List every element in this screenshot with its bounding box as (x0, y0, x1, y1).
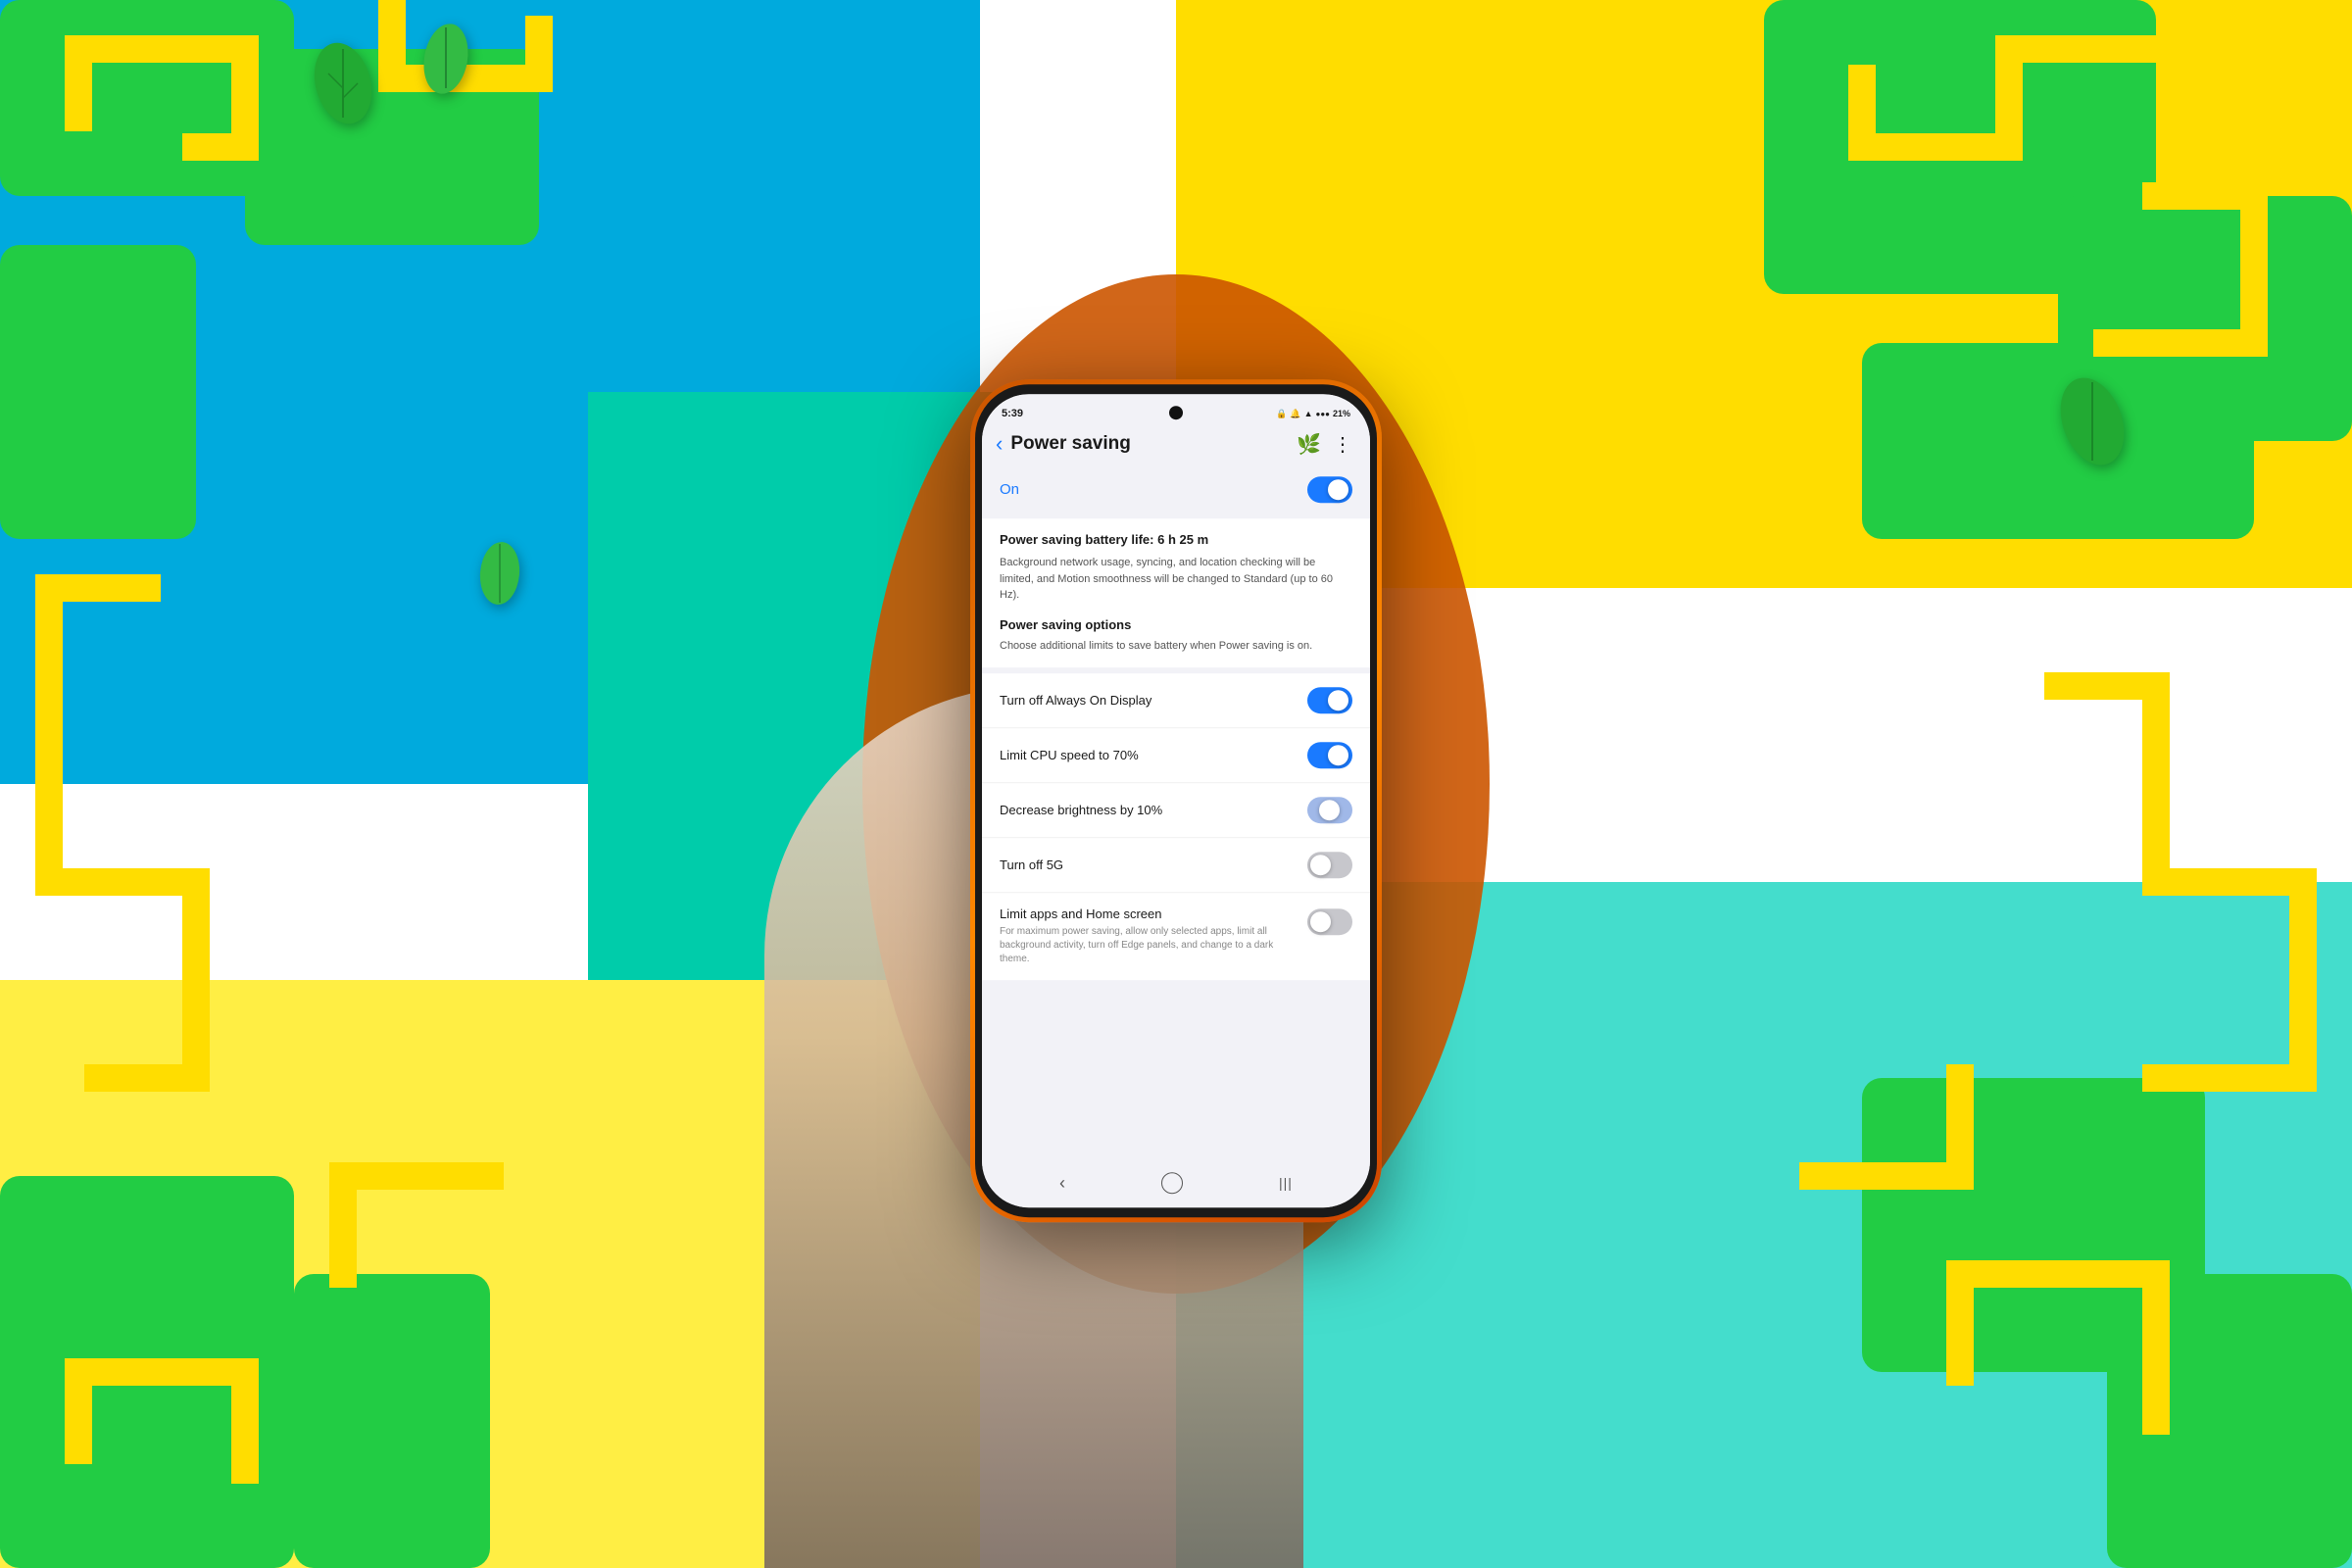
nav-back-button[interactable]: ‹ (1059, 1173, 1065, 1194)
apps-main-text: Limit apps and Home screen (1000, 906, 1298, 921)
status-icons: 🔒 🔔 ▲ ●●● 21% (1276, 409, 1350, 419)
lock-icon: 🔒 (1276, 409, 1287, 419)
wifi-icon: ▲ (1304, 409, 1313, 418)
nav-recents-button[interactable]: ||| (1279, 1175, 1293, 1191)
cpu-toggle[interactable] (1307, 742, 1352, 768)
setting-label-apps: Limit apps and Home screen For maximum p… (1000, 906, 1307, 966)
leaf-2 (412, 10, 480, 103)
leaf-4 (470, 529, 529, 612)
scene: 5:39 🔒 🔔 ▲ ●●● 21% ‹ Power saving (0, 0, 2352, 1568)
phone-body: 5:39 🔒 🔔 ▲ ●●● 21% ‹ Power saving (975, 384, 1377, 1217)
setting-item-cpu[interactable]: Limit CPU speed to 70% (982, 728, 1370, 783)
battery-life-label: Power saving battery life: 6 h 25 m (1000, 532, 1352, 547)
setting-item-apps[interactable]: Limit apps and Home screen For maximum p… (982, 893, 1370, 980)
battery-desc: Background network usage, syncing, and l… (1000, 555, 1352, 604)
battery-text: 21% (1333, 409, 1350, 418)
screen-content[interactable]: On Power saving battery life: 6 h 25 m B… (982, 466, 1370, 1164)
5g-toggle-knob (1310, 855, 1331, 875)
signal-icon: ●●● (1315, 410, 1330, 418)
setting-label-brightness: Decrease brightness by 10% (1000, 803, 1307, 817)
back-button[interactable]: ‹ (996, 429, 1010, 459)
status-time: 5:39 (1002, 408, 1023, 419)
brightness-toggle[interactable] (1307, 797, 1352, 823)
camera-notch (1169, 406, 1183, 419)
phone-frame-outer: 5:39 🔒 🔔 ▲ ●●● 21% ‹ Power saving (970, 379, 1382, 1222)
5g-toggle[interactable] (1307, 852, 1352, 878)
more-button[interactable]: ⋮ (1329, 430, 1356, 459)
bottom-nav: ‹ ||| (982, 1164, 1370, 1207)
apps-toggle-knob (1310, 911, 1331, 932)
setting-item-5g[interactable]: Turn off 5G (982, 838, 1370, 893)
on-toggle[interactable] (1307, 476, 1352, 503)
setting-label-cpu: Limit CPU speed to 70% (1000, 748, 1307, 762)
power-options-desc: Choose additional limits to save battery… (1000, 638, 1352, 655)
leaf-1 (304, 29, 382, 132)
cpu-toggle-knob (1328, 745, 1348, 765)
setting-item-aod[interactable]: Turn off Always On Display (982, 673, 1370, 728)
on-toggle-knob (1328, 479, 1348, 500)
aod-toggle[interactable] (1307, 687, 1352, 713)
power-options-title: Power saving options (1000, 617, 1352, 632)
phone-container: 5:39 🔒 🔔 ▲ ●●● 21% ‹ Power saving (970, 379, 1382, 1222)
apps-sub-text: For maximum power saving, allow only sel… (1000, 925, 1298, 966)
on-toggle-section: On (982, 466, 1370, 513)
on-label: On (1000, 481, 1019, 498)
battery-info-card: Power saving battery life: 6 h 25 m Back… (982, 518, 1370, 667)
apps-toggle[interactable] (1307, 908, 1352, 935)
brightness-toggle-knob (1319, 800, 1340, 820)
setting-label-aod: Turn off Always On Display (1000, 693, 1307, 708)
leaf-3 (2048, 363, 2136, 475)
leaf-icon: 🌿 (1297, 432, 1321, 457)
aod-toggle-knob (1328, 690, 1348, 710)
nav-home-button[interactable] (1161, 1172, 1183, 1194)
settings-list: Turn off Always On Display Limit CPU spe… (982, 673, 1370, 980)
setting-item-brightness[interactable]: Decrease brightness by 10% (982, 783, 1370, 838)
alarm-icon: 🔔 (1290, 409, 1300, 419)
setting-label-5g: Turn off 5G (1000, 858, 1307, 872)
page-title: Power saving (1010, 433, 1297, 455)
phone-screen: 5:39 🔒 🔔 ▲ ●●● 21% ‹ Power saving (982, 394, 1370, 1207)
top-nav: ‹ Power saving 🌿 ⋮ (982, 423, 1370, 466)
